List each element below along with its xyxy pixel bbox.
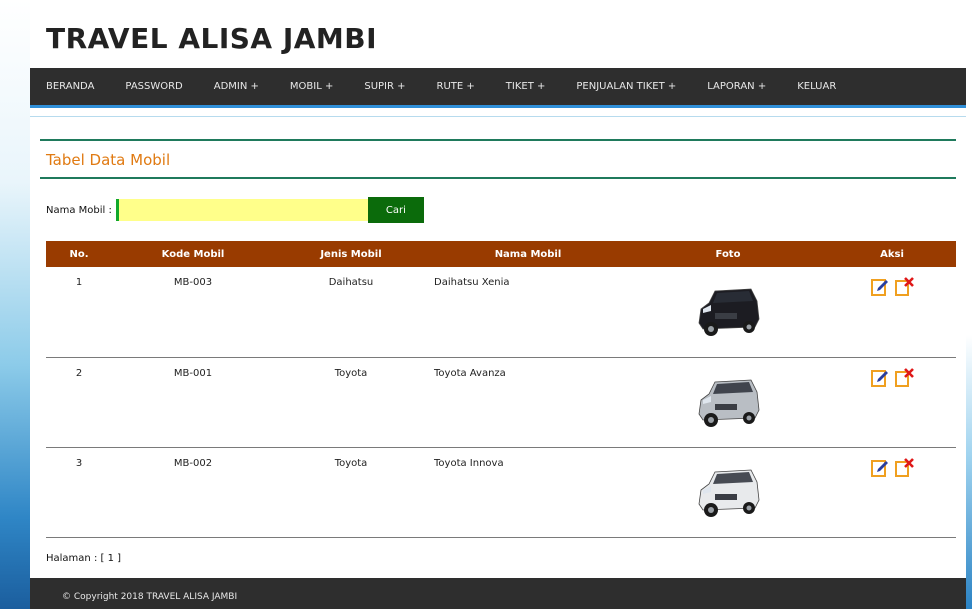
nav-item-laporan[interactable]: LAPORAN + xyxy=(707,81,766,92)
site-title: TRAVEL ALISA JAMBI xyxy=(46,22,378,55)
col-no: No. xyxy=(69,248,89,260)
site-header: TRAVEL ALISA JAMBI xyxy=(30,8,966,68)
cell-no: 1 xyxy=(75,277,83,288)
table-header-row: No. Kode Mobil Jenis Mobil Nama Mobil Fo… xyxy=(46,241,956,267)
nav-item-mobil[interactable]: MOBIL + xyxy=(290,81,333,92)
nama-mobil-input[interactable] xyxy=(115,199,368,221)
cell-jenis: Toyota xyxy=(334,457,368,469)
main-content: Tabel Data Mobil Nama Mobil : Cari No. K… xyxy=(30,116,966,578)
section-title: Tabel Data Mobil xyxy=(46,151,171,169)
delete-icon[interactable] xyxy=(894,457,914,478)
cell-jenis: Daihatsu xyxy=(328,277,374,288)
col-kode-mobil: Kode Mobil xyxy=(161,248,225,260)
cari-button[interactable]: Cari xyxy=(367,197,424,223)
col-nama-mobil: Nama Mobil xyxy=(494,248,562,260)
cell-aksi xyxy=(828,267,956,357)
nav-item-penjualan-tiket[interactable]: PENJUALAN TIKET + xyxy=(576,81,676,92)
nav-item-rute[interactable]: RUTE + xyxy=(437,81,475,92)
cell-kode: MB-003 xyxy=(173,277,213,288)
cell-nama: Daihatsu Xenia xyxy=(434,277,510,288)
delete-icon[interactable] xyxy=(894,277,914,297)
search-label: Nama Mobil : xyxy=(46,204,112,216)
section-rule-top xyxy=(40,139,956,141)
edit-icon[interactable] xyxy=(870,368,890,388)
nav-item-password[interactable]: PASSWORD xyxy=(125,81,182,92)
cell-jenis: Toyota xyxy=(334,367,368,379)
car-photo xyxy=(698,379,760,427)
cell-nama: Toyota Avanza xyxy=(434,367,506,379)
page-container: TRAVEL ALISA JAMBI BERANDA PASSWORD ADMI… xyxy=(30,8,966,609)
table-row: 3 MB-002 Toyota Toyota Innova xyxy=(46,447,956,537)
main-navbar: BERANDA PASSWORD ADMIN + MOBIL + SUPIR +… xyxy=(30,68,966,108)
cell-aksi xyxy=(828,447,956,537)
pagination: Halaman : [ 1 ] xyxy=(46,553,122,564)
cell-no: 3 xyxy=(75,457,83,469)
cell-nama: Toyota Innova xyxy=(434,457,504,469)
col-foto: Foto xyxy=(715,248,741,260)
mobil-table: No. Kode Mobil Jenis Mobil Nama Mobil Fo… xyxy=(46,241,956,538)
table-row: 2 MB-001 Toyota Toyota Avanza xyxy=(46,357,956,447)
nav-item-supir[interactable]: SUPIR + xyxy=(364,81,405,92)
cell-foto xyxy=(628,267,828,357)
cell-no: 2 xyxy=(75,367,83,379)
car-photo xyxy=(698,469,760,517)
edit-icon[interactable] xyxy=(870,458,890,478)
cell-kode: MB-002 xyxy=(173,457,213,469)
background-swoosh xyxy=(0,0,30,609)
edit-icon[interactable] xyxy=(870,277,890,297)
cell-kode: MB-001 xyxy=(173,367,213,379)
footer-copyright: © Copyright 2018 TRAVEL ALISA JAMBI xyxy=(30,578,966,609)
cell-foto xyxy=(628,447,828,537)
nav-item-admin[interactable]: ADMIN + xyxy=(214,81,259,92)
section-rule-bottom xyxy=(40,177,956,179)
car-photo xyxy=(698,288,760,336)
nav-item-tiket[interactable]: TIKET + xyxy=(506,81,546,92)
col-jenis-mobil: Jenis Mobil xyxy=(320,248,382,260)
cell-foto xyxy=(628,357,828,447)
delete-icon[interactable] xyxy=(894,367,914,388)
col-aksi: Aksi xyxy=(880,248,904,260)
nav-item-beranda[interactable]: BERANDA xyxy=(46,81,94,92)
nav-item-keluar[interactable]: KELUAR xyxy=(797,81,836,92)
cell-aksi xyxy=(828,357,956,447)
table-row: 1 MB-003 Daihatsu Daihatsu Xenia xyxy=(46,267,956,357)
search-row: Nama Mobil : Cari xyxy=(46,197,424,223)
